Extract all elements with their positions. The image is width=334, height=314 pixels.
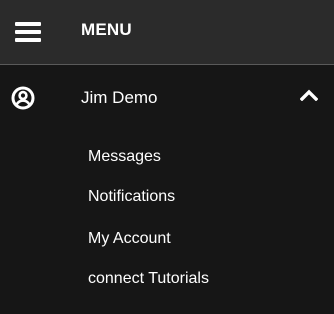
hamburger-bar [15,38,41,42]
menu-header: MENU [0,0,334,64]
user-menu-toggle[interactable]: Jim Demo [0,65,334,131]
hamburger-icon[interactable] [15,22,41,42]
hamburger-bar [15,22,41,26]
submenu-item-messages[interactable]: Messages [88,148,161,166]
user-name: Jim Demo [81,88,158,107]
user-circle-icon [11,86,35,110]
chevron-up-icon[interactable] [300,89,318,101]
submenu-item-connect-tutorials[interactable]: connect Tutorials [88,270,209,288]
side-menu: MENU Jim Demo Messages Notifications My … [0,0,334,314]
submenu-item-my-account[interactable]: My Account [88,230,171,248]
submenu-item-notifications[interactable]: Notifications [88,188,175,206]
menu-title: MENU [81,20,132,39]
hamburger-bar [15,30,41,34]
